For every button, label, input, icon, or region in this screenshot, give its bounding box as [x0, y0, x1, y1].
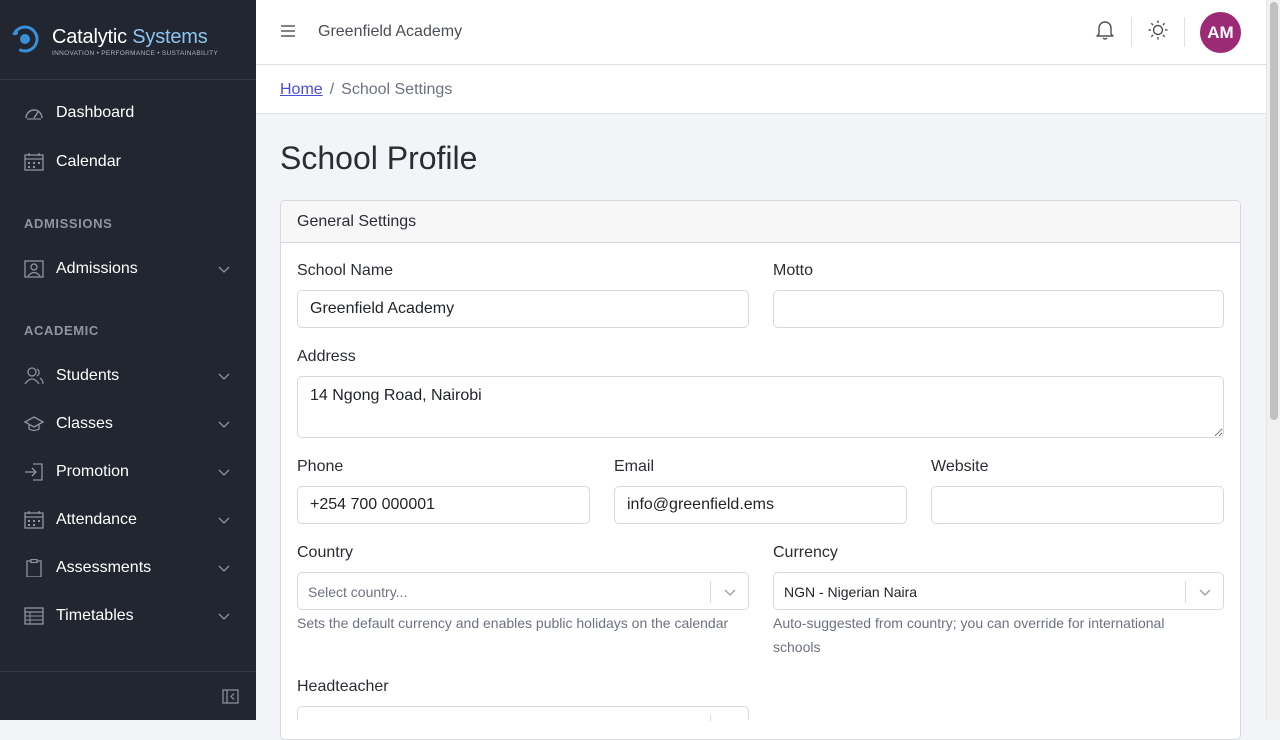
headteacher-label: Headteacher	[297, 678, 389, 695]
scrollbar-thumb[interactable]	[1270, 2, 1278, 420]
brand: Catalytic Systems INNOVATION • PERFORMAN…	[0, 0, 256, 80]
chevron-down-icon	[218, 613, 230, 620]
select-divider	[710, 581, 711, 603]
email-label: Email	[614, 458, 655, 475]
clipboard-icon	[26, 559, 42, 577]
sidebar-footer	[0, 671, 256, 720]
chevron-down-icon	[218, 421, 230, 428]
chevron-down-icon	[218, 565, 230, 572]
speedometer-icon	[25, 109, 43, 120]
sidebar-item-label: Dashboard	[56, 104, 135, 121]
sidebar-item-label: Attendance	[56, 511, 137, 528]
motto-input[interactable]	[773, 290, 1224, 328]
phone-label: Phone	[297, 458, 344, 475]
calendar-icon	[24, 511, 44, 529]
breadcrumb-separator: /	[329, 81, 335, 98]
page-scrollbar[interactable]	[1266, 0, 1280, 720]
sidebar-item-timetables[interactable]: Timetables	[0, 596, 256, 636]
currency-select[interactable]: NGN - Nigerian Naira	[773, 572, 1224, 610]
select-divider	[1185, 581, 1186, 603]
sidebar-item-classes[interactable]: Classes	[0, 404, 256, 444]
country-help-text: Sets the default currency and enables pu…	[297, 615, 729, 631]
sidebar-section-admissions: ADMISSIONS	[24, 216, 113, 231]
headteacher-select[interactable]	[297, 706, 749, 721]
country-select-placeholder: Select country...	[308, 584, 408, 600]
card-title: General Settings	[297, 213, 417, 230]
phone-input[interactable]	[297, 486, 590, 524]
breadcrumb: Home / School Settings	[280, 81, 452, 99]
brand-name-part2: Systems	[132, 26, 208, 48]
people-icon	[24, 367, 44, 385]
calendar-icon	[24, 153, 44, 171]
graduation-cap-icon	[24, 416, 44, 432]
address-textarea[interactable]: 14 Ngong Road, Nairobi	[297, 376, 1224, 438]
brand-name: Catalytic Systems	[52, 26, 208, 49]
website-input[interactable]	[931, 486, 1224, 524]
breadcrumb-home-link[interactable]: Home	[280, 81, 323, 98]
header-divider	[1131, 17, 1132, 47]
email-input[interactable]	[614, 486, 907, 524]
breadcrumb-bar: Home / School Settings	[256, 65, 1266, 114]
chevron-down-icon	[1199, 589, 1211, 597]
sidebar-section-academic: ACADEMIC	[24, 323, 99, 338]
sidebar-item-admissions[interactable]: Admissions	[0, 249, 256, 289]
country-select[interactable]: Select country...	[297, 572, 749, 610]
chevron-down-icon	[218, 469, 230, 476]
country-label: Country	[297, 544, 354, 561]
sidebar-item-label: Assessments	[56, 559, 152, 576]
chevron-down-icon	[724, 589, 736, 597]
sidebar-item-label: Calendar	[56, 153, 121, 170]
contact-card-icon	[24, 260, 44, 278]
arrow-into-box-icon	[25, 463, 43, 481]
table-icon	[24, 607, 44, 625]
school-name-label: School Name	[297, 262, 394, 279]
bell-icon[interactable]	[1096, 20, 1114, 40]
currency-select-value: NGN - Nigerian Naira	[784, 584, 918, 600]
sun-theme-icon[interactable]	[1148, 20, 1168, 40]
chevron-down-icon	[218, 517, 230, 524]
user-avatar[interactable]: AM	[1200, 12, 1241, 53]
card-header: General Settings	[281, 201, 1240, 243]
header-divider	[1184, 17, 1185, 47]
currency-label: Currency	[773, 544, 838, 561]
header-title: Greenfield Academy	[318, 23, 463, 40]
chevron-down-icon	[218, 373, 230, 380]
website-label: Website	[931, 458, 989, 475]
sidebar-item-label: Classes	[56, 415, 113, 432]
general-settings-card: General Settings	[280, 200, 1241, 740]
top-header: Greenfield Academy AM	[256, 0, 1266, 65]
select-divider	[710, 715, 711, 721]
sidebar: Catalytic Systems INNOVATION • PERFORMAN…	[0, 0, 256, 720]
sidebar-item-label: Admissions	[56, 260, 138, 277]
currency-help-text: Auto-suggested from country; you can ove…	[773, 615, 1165, 655]
breadcrumb-current: School Settings	[341, 81, 453, 98]
brand-name-part1: Catalytic	[52, 26, 127, 48]
chevron-down-icon	[218, 266, 230, 273]
page-title: School Profile	[280, 140, 478, 176]
sidebar-collapse-icon[interactable]	[222, 689, 239, 704]
hamburger-menu-icon[interactable]	[280, 23, 296, 39]
sidebar-item-calendar[interactable]: Calendar	[0, 142, 256, 182]
catalytic-logo-icon	[11, 25, 39, 53]
school-name-input[interactable]	[297, 290, 749, 328]
sidebar-item-promotion[interactable]: Promotion	[0, 452, 256, 492]
sidebar-item-dashboard[interactable]: Dashboard	[0, 93, 256, 133]
sidebar-item-students[interactable]: Students	[0, 356, 256, 396]
sidebar-item-label: Students	[56, 367, 120, 384]
sidebar-item-attendance[interactable]: Attendance	[0, 500, 256, 540]
brand-tagline: INNOVATION • PERFORMANCE • SUSTAINABILIT…	[52, 50, 219, 57]
motto-label: Motto	[773, 262, 814, 279]
sidebar-item-assessments[interactable]: Assessments	[0, 548, 256, 588]
sidebar-item-label: Timetables	[56, 607, 134, 624]
sidebar-item-label: Promotion	[56, 463, 129, 480]
address-label: Address	[297, 348, 356, 365]
